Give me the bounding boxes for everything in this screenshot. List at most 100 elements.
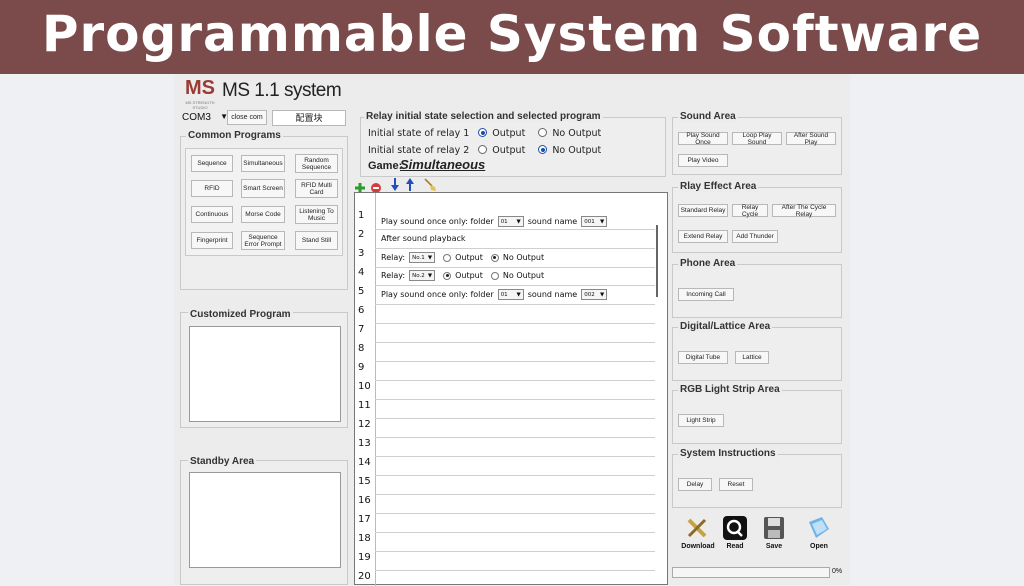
- program-fingerprint-button[interactable]: Fingerprint: [191, 232, 233, 249]
- loop-play-sound-button[interactable]: Loop Play Sound: [732, 132, 782, 146]
- program-list-scrollbar[interactable]: [656, 225, 658, 297]
- open-action[interactable]: Open: [799, 516, 839, 550]
- program-continuous-button[interactable]: Continuous: [191, 206, 233, 223]
- delay-button[interactable]: Delay: [678, 478, 712, 491]
- row3-output-radio[interactable]: [443, 253, 452, 262]
- row3-no-output-label: No Output: [502, 253, 545, 262]
- relay1-output-label: Output: [492, 128, 526, 139]
- program-listening-to-music-button[interactable]: Listening To Music: [295, 205, 338, 224]
- add-thunder-button[interactable]: Add Thunder: [732, 230, 778, 243]
- program-row-2[interactable]: After sound playback: [381, 234, 466, 243]
- program-row-3[interactable]: Relay: No.1 ▼ Output No Output: [381, 252, 544, 263]
- play-sound-once-button[interactable]: Play Sound Once: [678, 132, 728, 146]
- row1-folder-select[interactable]: 01 ▼: [497, 216, 524, 227]
- row5-folder-select[interactable]: 01 ▼: [497, 289, 524, 300]
- row3-no-output-radio[interactable]: [490, 253, 499, 262]
- digital-tube-button[interactable]: Digital Tube: [678, 351, 728, 364]
- program-row-5[interactable]: Play sound once only: folder 01 ▼ sound n…: [381, 289, 608, 300]
- row4-output-radio[interactable]: [443, 271, 452, 280]
- relay2-no-output-radio[interactable]: [538, 145, 548, 154]
- row-number: 10: [358, 381, 371, 392]
- program-random-sequence-button[interactable]: Random Sequence: [295, 154, 338, 173]
- row4-label: Relay:: [381, 271, 406, 280]
- row-line: [375, 304, 655, 305]
- program-simultaneous-button[interactable]: Simultaneous: [241, 155, 285, 172]
- relay2-output-label: Output: [492, 145, 526, 156]
- move-down-icon[interactable]: [391, 178, 399, 191]
- row4-no-output-radio[interactable]: [490, 271, 499, 280]
- program-smart-screen-button[interactable]: Smart Screen: [241, 179, 285, 198]
- broom-icon[interactable]: [423, 178, 437, 191]
- program-rfid-multi-card-button[interactable]: RFID Multi Card: [295, 179, 338, 198]
- relay1-output-radio[interactable]: [478, 128, 488, 137]
- reset-button[interactable]: Reset: [719, 478, 753, 491]
- program-list[interactable]: 1 2 3 4 5 6 7 8 9 10 11 12 13 14 15 16 1…: [354, 192, 668, 586]
- row-line: [375, 475, 655, 476]
- relay1-no-output-radio[interactable]: [538, 128, 548, 137]
- program-morse-code-button[interactable]: Morse Code: [241, 206, 285, 223]
- relay2-output-radio[interactable]: [478, 145, 488, 154]
- row-line: [375, 267, 655, 268]
- open-icon: [806, 516, 832, 540]
- row-line: [375, 342, 655, 343]
- download-icon: [685, 516, 711, 540]
- row1-sound-select[interactable]: 001 ▼: [581, 216, 608, 227]
- row-number: 17: [358, 514, 371, 525]
- app-window: MS MS STRENGTH STUDIO MS 1.1 system COM3…: [174, 74, 850, 586]
- row-line: [375, 456, 655, 457]
- row3-relay-select[interactable]: No.1 ▼: [409, 252, 436, 263]
- relay2-row: Initial state of relay 2 Output No Outpu…: [368, 145, 601, 156]
- program-row-1[interactable]: Play sound once only: folder 01 ▼ sound n…: [381, 216, 608, 227]
- row-number: 20: [358, 571, 371, 582]
- light-strip-button[interactable]: Light Strip: [678, 414, 724, 427]
- standard-relay-button[interactable]: Standard Relay: [678, 204, 728, 217]
- com-port-select[interactable]: COM3 ▼: [182, 112, 228, 126]
- row-line: [375, 532, 655, 533]
- row5-sound-value: 002: [584, 291, 595, 298]
- row-line: [375, 551, 655, 552]
- row-number: 13: [358, 438, 371, 449]
- customized-program-box[interactable]: [189, 326, 341, 422]
- config-button[interactable]: 配置块: [272, 110, 346, 126]
- row-number: 6: [358, 305, 365, 316]
- row1-text: Play sound once only: folder: [381, 217, 494, 226]
- save-action[interactable]: Save: [754, 516, 794, 550]
- row5-sound-select[interactable]: 002 ▼: [581, 289, 608, 300]
- row-line: [375, 437, 655, 438]
- move-up-icon[interactable]: [406, 178, 414, 191]
- add-icon[interactable]: [355, 180, 365, 193]
- lattice-button[interactable]: Lattice: [735, 351, 769, 364]
- row1-sound-value: 001: [584, 218, 595, 225]
- program-sequence-error-prompt-button[interactable]: Sequence Error Prompt: [241, 231, 285, 250]
- play-video-button[interactable]: Play Video: [678, 154, 728, 167]
- remove-icon[interactable]: [371, 180, 381, 193]
- download-action[interactable]: Download: [678, 516, 718, 550]
- row-line: [375, 285, 655, 286]
- program-stand-still-button[interactable]: Stand Still: [295, 231, 338, 250]
- relay1-no-output-label: No Output: [552, 128, 602, 139]
- close-com-button[interactable]: close com: [227, 110, 267, 125]
- row3-label: Relay:: [381, 253, 406, 262]
- row-number: 7: [358, 324, 365, 335]
- row2-text: After sound playback: [381, 234, 466, 243]
- chevron-down-icon: ▼: [516, 218, 521, 225]
- incoming-call-button[interactable]: Incoming Call: [678, 288, 734, 301]
- program-rfid-button[interactable]: RFID: [191, 180, 233, 197]
- row-line: [375, 494, 655, 495]
- program-row-4[interactable]: Relay: No.2 ▼ Output No Output: [381, 270, 544, 281]
- extend-relay-button[interactable]: Extend Relay: [678, 230, 728, 243]
- row-line: [375, 229, 655, 230]
- read-icon: [722, 516, 748, 540]
- rgb-area-title: RGB Light Strip Area: [678, 384, 782, 395]
- program-sequence-button[interactable]: Sequence: [191, 155, 233, 172]
- standby-area-box[interactable]: [189, 472, 341, 568]
- row-number: 18: [358, 533, 371, 544]
- after-the-cycle-relay-button[interactable]: After The Cycle Relay: [772, 204, 836, 218]
- after-sound-play-button[interactable]: After Sound Play: [786, 132, 836, 146]
- chevron-down-icon: ▼: [599, 218, 605, 225]
- row-line: [375, 323, 655, 324]
- relay-initial-title: Relay initial state selection and select…: [364, 111, 603, 122]
- relay-cycle-button[interactable]: Relay Cycle: [732, 204, 768, 218]
- row4-relay-select[interactable]: No.2 ▼: [409, 270, 436, 281]
- read-action[interactable]: Read: [715, 516, 755, 550]
